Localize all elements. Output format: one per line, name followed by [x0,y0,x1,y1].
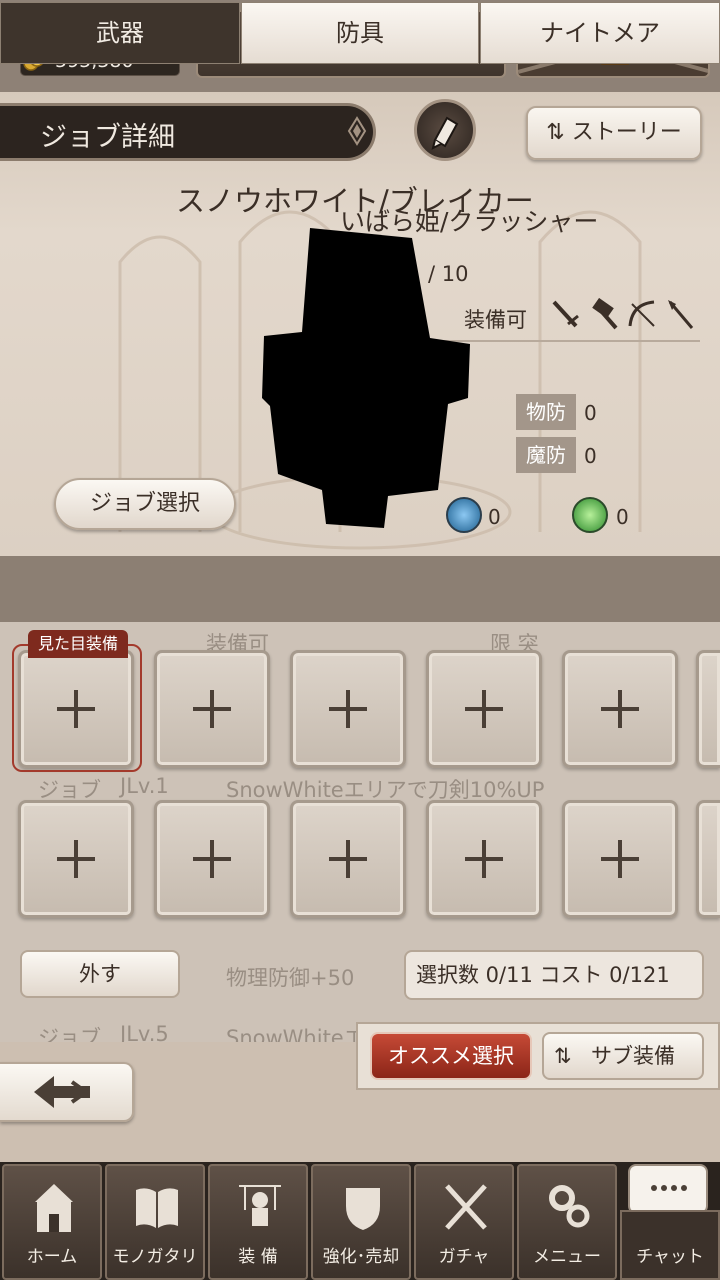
plus-icon [193,690,231,728]
diamond-ornament-icon [347,116,367,146]
pen-icon [431,116,459,150]
nav-enhance[interactable]: 強化･売却 [311,1164,411,1280]
sub-equip-label: サブ装備 [591,1044,675,1068]
tab-weapon[interactable]: 武器 [0,2,240,64]
water-element-value: 0 [488,505,501,529]
nav-story-label: モノガタリ [112,1247,198,1267]
plus-icon [193,840,231,878]
nav-home[interactable]: ホーム [2,1164,102,1280]
plus-icon [57,840,95,878]
divider [430,340,700,342]
nav-enhance-label: 強化･売却 [322,1247,400,1267]
job-select-button[interactable]: ジョブ選択 [54,478,236,530]
crossed-swords-icon [445,1184,487,1230]
physical-defense-value: 0 [584,401,597,425]
job-title-text: ジョブ詳細 [40,122,175,153]
bg-job-level: JLv.5 [120,1022,169,1042]
remove-button[interactable]: 外す [20,950,180,998]
sub-equip-button[interactable]: ⇅ サブ装備 [542,1032,704,1080]
wind-element-value: 0 [616,505,629,529]
nav-chat-label: チャット [636,1247,704,1267]
plus-icon [465,840,503,878]
equipment-slot-8[interactable] [290,800,406,918]
equipment-slot-5[interactable] [562,650,678,768]
nav-gacha-label: ガチャ [438,1247,490,1267]
swap-arrows-icon: ⇅ [546,120,565,145]
plus-icon [601,840,639,878]
edit-button[interactable] [414,99,476,161]
equipment-slot-10[interactable] [562,800,678,918]
story-button-label: ストーリー [571,120,682,145]
gears-icon [549,1185,590,1228]
character-portrait[interactable] [262,228,470,528]
equipment-slot-partial[interactable] [696,650,720,768]
shield-icon [346,1188,380,1230]
bg-skill-text: 物理防御+50 [226,966,355,990]
tab-nightmare[interactable]: ナイトメア [480,2,720,64]
nav-equip[interactable]: 装 備 [208,1164,308,1280]
magic-defense-value: 0 [584,444,597,468]
plus-icon [329,840,367,878]
bow-icon [628,300,655,327]
selection-count: 選択数 0/11 コスト 0/121 [404,950,704,1000]
book-icon [136,1188,178,1228]
puppet-icon [239,1185,281,1226]
castle-icon [35,1184,73,1232]
magic-defense-label: 魔防 [516,437,576,473]
equippable-label: 装備可 [464,308,527,332]
nav-equip-label: 装 備 [238,1247,278,1267]
tab-armor[interactable]: 防具 [241,2,479,64]
back-button[interactable] [0,1062,134,1122]
bg-job-level: JLv.1 [120,774,169,798]
equipment-slot-7[interactable] [154,800,270,918]
nav-menu[interactable]: メニュー [517,1164,617,1280]
spear-icon [668,300,694,329]
equipment-slot-9[interactable] [426,800,542,918]
appearance-equip-badge: 見た目装備 [28,630,128,658]
equipment-slot-partial[interactable] [696,800,720,918]
equipment-slot-6[interactable] [18,800,134,918]
nav-home-label: ホーム [26,1247,78,1267]
physical-defense-label: 物防 [516,394,576,430]
plus-icon [601,690,639,728]
recommend-select-button[interactable]: オススメ選択 [370,1032,532,1080]
nav-gacha[interactable]: ガチャ [414,1164,514,1280]
appearance-slot-highlight [12,644,142,772]
bg-skill-text: SnowWhiteエ [226,1026,365,1042]
plus-icon [465,690,503,728]
sword-icon [552,300,579,328]
ellipsis-icon [651,1185,687,1191]
equipment-slot-2[interactable] [154,650,270,768]
bg-job-label: ジョブ [38,1026,101,1042]
back-arrow-icon [34,1076,90,1108]
plus-icon [329,690,367,728]
story-button[interactable]: ⇅ ストーリー [526,106,702,160]
equipment-slot-3[interactable] [290,650,406,768]
swap-arrows-icon: ⇅ [554,1044,572,1068]
chat-bubble-icon [628,1164,708,1214]
hammer-icon [592,298,618,330]
nav-chat[interactable]: チャット [620,1210,720,1280]
wind-element-icon [572,497,608,533]
nav-menu-label: メニュー [533,1247,601,1267]
equipment-slot-4[interactable] [426,650,542,768]
nav-story[interactable]: モノガタリ [105,1164,205,1280]
equipment-tabs [0,556,720,622]
